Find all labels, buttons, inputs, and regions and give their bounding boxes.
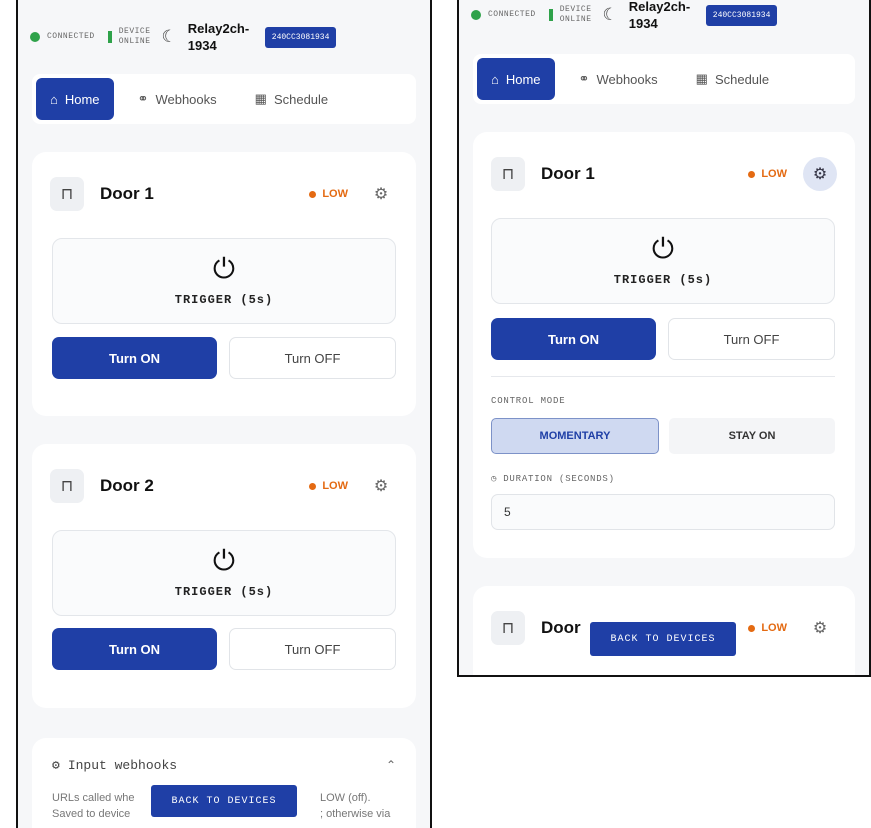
- turn-on-button[interactable]: Turn ON: [491, 318, 656, 360]
- home-icon: ⌂: [491, 71, 499, 87]
- door-icon: ⊓: [491, 611, 525, 645]
- device-id-badge[interactable]: 240CC3081934: [264, 26, 337, 48]
- control-mode-label: CONTROL MODE: [491, 396, 566, 406]
- settings-gear-icon[interactable]: ⚙: [803, 157, 837, 191]
- duration-input[interactable]: 5: [491, 494, 835, 530]
- tab-home[interactable]: ⌂ Home: [477, 58, 555, 100]
- online-bar: [548, 9, 553, 21]
- stay-on-button[interactable]: STAY ON: [669, 418, 835, 454]
- turn-on-button[interactable]: Turn ON: [52, 628, 217, 670]
- tab-bar: ⌂ Home ⚭ Webhooks ▦ Schedule: [473, 54, 855, 104]
- state-badge: LOW: [748, 622, 787, 634]
- tab-webhooks[interactable]: ⚭ Webhooks: [124, 78, 231, 120]
- right-screen: CONNECTED DEVICE ONLINE ☾ Relay2ch- 1934…: [457, 0, 871, 677]
- clock-icon: ◷: [491, 474, 498, 484]
- trigger-button[interactable]: ⏻ TRIGGER (5s): [52, 238, 396, 324]
- power-icon: ⏻: [212, 253, 236, 284]
- left-screen: CONNECTED DEVICE ONLINE ☾ Relay2ch- 1934…: [16, 0, 432, 828]
- calendar-icon: ▦: [695, 71, 708, 86]
- theme-moon-icon[interactable]: ☾: [603, 5, 618, 25]
- divider: [491, 376, 835, 377]
- power-icon: ⏻: [651, 233, 675, 264]
- trigger-label: TRIGGER (5s): [613, 273, 713, 287]
- tab-schedule[interactable]: ▦ Schedule: [682, 58, 784, 100]
- door-card-1-expanded: ⊓ Door 1 LOW ⚙ ⏻ TRIGGER (5s) Turn ON Tu…: [473, 132, 855, 558]
- gear-icon: ⚙: [52, 758, 60, 773]
- connected-dot: [471, 10, 481, 20]
- momentary-button[interactable]: MOMENTARY: [491, 418, 659, 454]
- home-icon: ⌂: [50, 91, 58, 107]
- door-card-2: ⊓ Door 2 LOW ⚙ ⏻ TRIGGER (5s) Turn ON Tu…: [32, 444, 416, 708]
- door-icon: ⊓: [491, 157, 525, 191]
- back-to-devices-button[interactable]: BACK TO DEVICES: [151, 785, 297, 817]
- door-name: Door 1: [541, 164, 595, 183]
- chevron-up-icon[interactable]: ⌃: [386, 758, 396, 772]
- connected-dot: [30, 32, 40, 42]
- webhooks-desc-line2-start: Saved to device: [52, 808, 131, 820]
- trigger-label: TRIGGER (5s): [174, 293, 274, 307]
- trigger-button[interactable]: ⏻ TRIGGER (5s): [491, 218, 835, 304]
- turn-off-button[interactable]: Turn OFF: [229, 337, 396, 379]
- door-card-1: ⊓ Door 1 LOW ⚙ ⏻ TRIGGER (5s) Turn ON Tu…: [32, 152, 416, 416]
- link-icon: ⚭: [578, 71, 590, 86]
- tab-home[interactable]: ⌂ Home: [36, 78, 114, 120]
- trigger-button[interactable]: ⏻ TRIGGER (5s): [52, 530, 396, 616]
- door-name: Door 1: [100, 184, 154, 203]
- settings-gear-icon[interactable]: ⚙: [364, 469, 398, 503]
- turn-on-button[interactable]: Turn ON: [52, 337, 217, 379]
- connected-label: CONNECTED: [47, 32, 95, 41]
- theme-moon-icon[interactable]: ☾: [162, 27, 177, 47]
- link-icon: ⚭: [137, 91, 149, 106]
- connected-label: CONNECTED: [488, 10, 536, 19]
- online-bar: [107, 31, 112, 43]
- settings-gear-icon[interactable]: ⚙: [364, 177, 398, 211]
- webhooks-desc-line2-end: ; otherwise via: [320, 808, 391, 820]
- relay-name: Relay2ch- 1934: [187, 21, 250, 53]
- turn-off-button[interactable]: Turn OFF: [229, 628, 396, 670]
- device-id-badge[interactable]: 240CC3081934: [705, 4, 778, 26]
- device-online-label: DEVICE ONLINE: [118, 27, 151, 46]
- trigger-label: TRIGGER (5s): [174, 585, 274, 599]
- webhooks-section-title: Input webhooks: [67, 758, 178, 773]
- door-name: Door 2: [100, 476, 154, 495]
- duration-label-row: ◷ DURATION (SECONDS): [491, 474, 615, 484]
- door-icon: ⊓: [50, 177, 84, 211]
- status-header: CONNECTED DEVICE ONLINE ☾ Relay2ch- 1934…: [459, 0, 869, 48]
- device-online-label: DEVICE ONLINE: [559, 5, 592, 24]
- state-badge: LOW: [309, 480, 348, 492]
- tab-schedule[interactable]: ▦ Schedule: [241, 78, 343, 120]
- state-badge: LOW: [748, 168, 787, 180]
- turn-off-button[interactable]: Turn OFF: [668, 318, 835, 360]
- tab-webhooks[interactable]: ⚭ Webhooks: [565, 58, 672, 100]
- back-to-devices-button[interactable]: BACK TO DEVICES: [590, 622, 736, 656]
- settings-gear-icon[interactable]: ⚙: [803, 611, 837, 645]
- power-icon: ⏻: [212, 545, 236, 576]
- calendar-icon: ▦: [254, 91, 267, 106]
- state-badge: LOW: [309, 188, 348, 200]
- webhooks-desc-line1-end: LOW (off).: [320, 792, 371, 804]
- duration-label: DURATION (SECONDS): [503, 474, 615, 484]
- tab-bar: ⌂ Home ⚭ Webhooks ▦ Schedule: [32, 74, 416, 124]
- status-header: CONNECTED DEVICE ONLINE ☾ Relay2ch- 1934…: [18, 4, 430, 70]
- relay-name: Relay2ch- 1934: [628, 0, 691, 31]
- door-icon: ⊓: [50, 469, 84, 503]
- webhooks-desc-line1-start: URLs called whe: [52, 792, 135, 804]
